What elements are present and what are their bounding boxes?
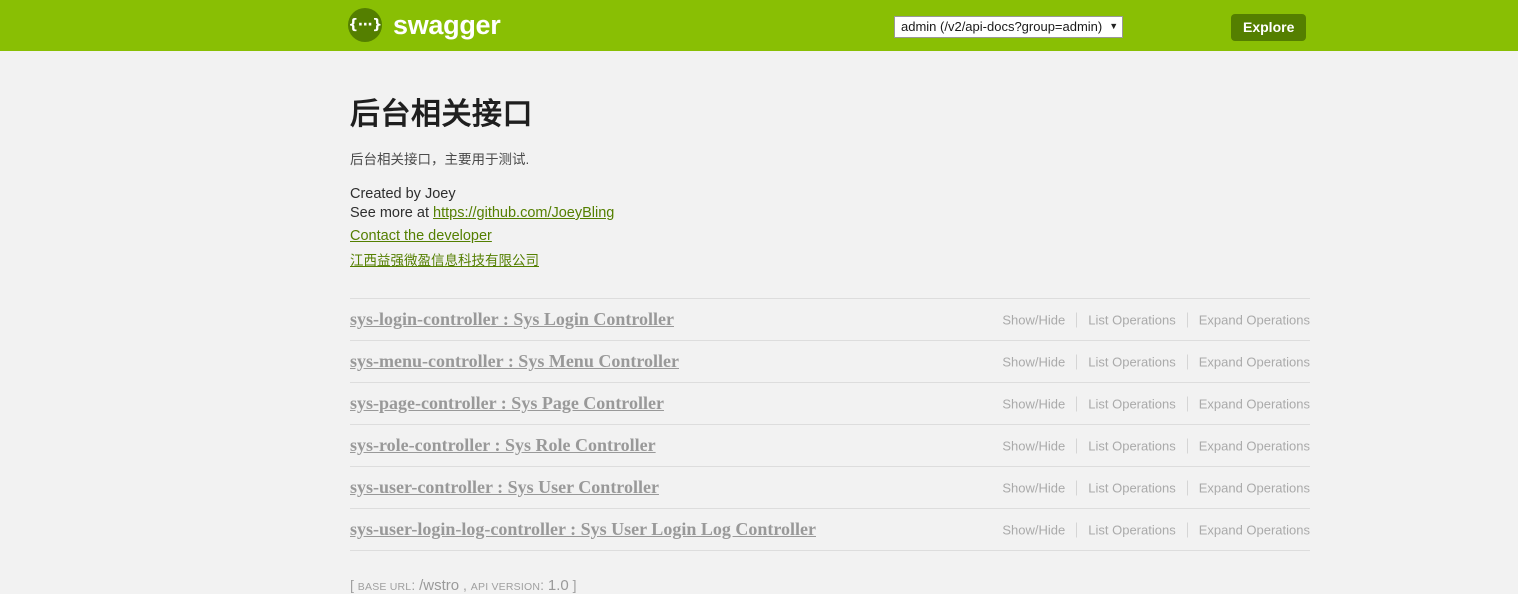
- resource-title-link[interactable]: sys-user-controller : Sys User Controlle…: [350, 477, 659, 498]
- resource-options: Show/Hide List Operations Expand Operati…: [991, 396, 1310, 411]
- list-operations-link[interactable]: List Operations: [1077, 396, 1186, 411]
- resource-title-link[interactable]: sys-login-controller : Sys Login Control…: [350, 309, 674, 330]
- resource-title-link[interactable]: sys-user-login-log-controller : Sys User…: [350, 519, 816, 540]
- expand-operations-link[interactable]: Expand Operations: [1188, 438, 1310, 453]
- see-more-line: See more at https://github.com/JoeyBling: [350, 204, 1310, 223]
- top-header-inner: {···} swagger admin (/v2/api-docs?group=…: [0, 0, 1518, 51]
- show-hide-link[interactable]: Show/Hide: [991, 312, 1076, 327]
- api-docs-select-box[interactable]: admin (/v2/api-docs?group=admin) ▼: [894, 16, 1124, 38]
- list-operations-link[interactable]: List Operations: [1077, 480, 1186, 495]
- base-url-label: BASE URL: [357, 581, 412, 593]
- resource-options: Show/Hide List Operations Expand Operati…: [991, 522, 1310, 537]
- list-operations-link[interactable]: List Operations: [1077, 312, 1186, 327]
- list-operations-link[interactable]: List Operations: [1077, 438, 1186, 453]
- swagger-logo-link[interactable]: {···} swagger: [348, 8, 501, 42]
- show-hide-link[interactable]: Show/Hide: [991, 396, 1076, 411]
- api-footer-info: [ BASE URL: /wstro , API VERSION: 1.0 ]: [350, 577, 1310, 594]
- contact-developer-link[interactable]: Contact the developer: [350, 228, 492, 244]
- resource-title-link[interactable]: sys-page-controller : Sys Page Controlle…: [350, 393, 664, 414]
- expand-operations-link[interactable]: Expand Operations: [1188, 522, 1310, 537]
- api-docs-selector[interactable]: admin (/v2/api-docs?group=admin) ▼: [894, 16, 1124, 38]
- explore-button[interactable]: Explore: [1231, 14, 1307, 41]
- footer-comma: ,: [463, 577, 467, 593]
- page-title: 后台相关接口: [350, 98, 533, 131]
- base-url-value: /wstro: [419, 577, 460, 594]
- license-line: 江西益强微盈信息科技有限公司: [350, 251, 1310, 270]
- license-company-link[interactable]: 江西益强微盈信息科技有限公司: [350, 253, 539, 268]
- page-description: 后台相关接口，主要用于测试.: [350, 152, 530, 167]
- resource-title-link[interactable]: sys-role-controller : Sys Role Controlle…: [350, 435, 656, 456]
- top-header-bar: {···} swagger admin (/v2/api-docs?group=…: [0, 0, 1518, 51]
- show-hide-link[interactable]: Show/Hide: [991, 480, 1076, 495]
- api-docs-select-value: admin (/v2/api-docs?group=admin): [901, 19, 1103, 34]
- resource-list: sys-login-controller : Sys Login Control…: [350, 298, 1310, 551]
- see-more-prefix: See more at: [350, 205, 434, 221]
- api-version-separator: :: [540, 577, 544, 593]
- resource-options: Show/Hide List Operations Expand Operati…: [991, 438, 1310, 453]
- created-by-line: Created by Joey: [350, 186, 456, 202]
- resource-options: Show/Hide List Operations Expand Operati…: [991, 312, 1310, 327]
- show-hide-link[interactable]: Show/Hide: [991, 522, 1076, 537]
- api-version-label: API VERSION: [470, 581, 541, 593]
- table-row[interactable]: sys-role-controller : Sys Role Controlle…: [350, 425, 1310, 467]
- api-version-value: 1.0: [547, 577, 569, 594]
- resource-title-link[interactable]: sys-menu-controller : Sys Menu Controlle…: [350, 351, 679, 372]
- expand-operations-link[interactable]: Expand Operations: [1188, 480, 1310, 495]
- show-hide-link[interactable]: Show/Hide: [991, 438, 1076, 453]
- expand-operations-link[interactable]: Expand Operations: [1188, 354, 1310, 369]
- swagger-logo-text: swagger: [393, 9, 501, 40]
- footer-close-bracket: ]: [572, 577, 577, 593]
- footer-open-bracket: [: [350, 577, 354, 593]
- api-credits: Created by Joey See more at https://gith…: [350, 185, 1310, 270]
- github-link[interactable]: https://github.com/JoeyBling: [433, 205, 614, 221]
- table-row[interactable]: sys-page-controller : Sys Page Controlle…: [350, 383, 1310, 425]
- swagger-braces-icon: {···}: [348, 8, 382, 42]
- resource-options: Show/Hide List Operations Expand Operati…: [991, 354, 1310, 369]
- main-content: 后台相关接口 后台相关接口，主要用于测试. Created by Joey Se…: [350, 51, 1310, 594]
- chevron-down-icon: ▼: [1109, 20, 1119, 31]
- contact-line: Contact the developer: [350, 227, 1310, 246]
- list-operations-link[interactable]: List Operations: [1077, 522, 1186, 537]
- expand-operations-link[interactable]: Expand Operations: [1188, 396, 1310, 411]
- table-row[interactable]: sys-login-controller : Sys Login Control…: [350, 298, 1310, 341]
- table-row[interactable]: sys-user-controller : Sys User Controlle…: [350, 467, 1310, 509]
- table-row[interactable]: sys-user-login-log-controller : Sys User…: [350, 509, 1310, 551]
- resource-options: Show/Hide List Operations Expand Operati…: [991, 480, 1310, 495]
- base-url-separator: :: [411, 577, 416, 593]
- list-operations-link[interactable]: List Operations: [1077, 354, 1186, 369]
- table-row[interactable]: sys-menu-controller : Sys Menu Controlle…: [350, 341, 1310, 383]
- show-hide-link[interactable]: Show/Hide: [991, 354, 1076, 369]
- expand-operations-link[interactable]: Expand Operations: [1188, 312, 1310, 327]
